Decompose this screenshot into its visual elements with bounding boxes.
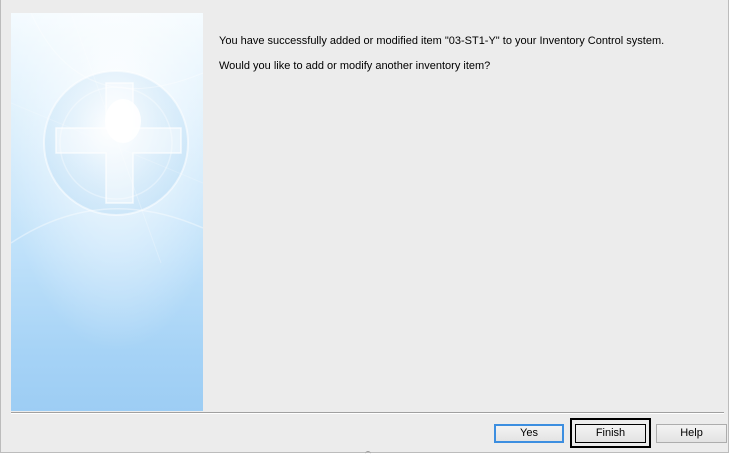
- yes-button[interactable]: Yes: [494, 424, 564, 443]
- wizard-side-image: [11, 13, 203, 411]
- wizard-dialog: You have successfully added or modified …: [0, 0, 729, 453]
- sphere-icon: [11, 13, 203, 411]
- wizard-content-panel: You have successfully added or modified …: [11, 13, 724, 411]
- resize-handle-icon: [365, 451, 371, 456]
- success-message: You have successfully added or modified …: [219, 35, 665, 47]
- button-bar-separator: [11, 412, 724, 414]
- prompt-message: Would you like to add or modify another …: [219, 60, 491, 72]
- finish-button[interactable]: Finish: [575, 424, 646, 443]
- help-button[interactable]: Help: [656, 424, 727, 443]
